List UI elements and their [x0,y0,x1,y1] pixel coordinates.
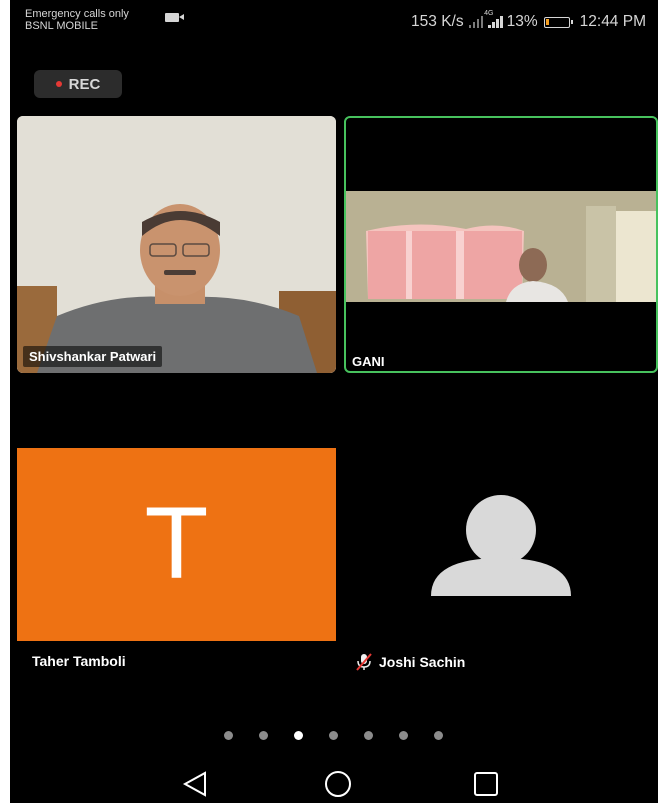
muted-microphone-icon [356,653,372,671]
video-camera-icon [165,13,184,22]
status-bar-right: 153 K/s 4G 13% 12:44 PM [411,10,646,31]
page-dot[interactable] [364,731,373,740]
clock: 12:44 PM [579,13,646,30]
participant-name-row: Joshi Sachin [355,653,465,671]
recents-square-icon[interactable] [472,770,500,798]
participant-video-feed [346,191,656,302]
participant-name: Joshi Sachin [379,654,466,670]
battery-percent: 13% [506,13,538,30]
network-type-label: 4G [484,10,494,17]
avatar-initial: T [147,488,206,601]
participant-name: Shivshankar Patwari [23,346,163,367]
participant-name: Taher Tamboli [32,653,126,669]
video-call-screen: Emergency calls only BSNL MOBILE 153 K/s… [10,0,658,803]
participant-name: GANI [352,354,385,369]
carrier-line-1: Emergency calls only [25,8,129,20]
recording-label: REC [68,75,101,93]
battery-level [545,18,549,25]
participant-tile-gani[interactable]: GANI [344,116,658,373]
participant-video-feed [17,116,336,373]
network-speed: 153 K/s [411,13,464,30]
carrier-line-2: BSNL MOBILE [25,20,98,32]
battery-icon [543,16,573,28]
page-dot[interactable] [259,731,268,740]
recording-indicator[interactable]: REC [34,70,122,98]
participant-tile-joshi[interactable] [344,448,658,641]
sim2-signal-icon: 4G [484,10,503,28]
participant-tile-taher[interactable]: T [17,448,336,641]
record-dot-icon [55,81,62,87]
page-dot[interactable] [294,731,303,740]
page-dot[interactable] [329,731,338,740]
home-circle-icon[interactable] [324,770,352,798]
page-dot[interactable] [399,731,408,740]
participant-tile-shivshankar[interactable]: Shivshankar Patwari [17,116,336,373]
sim1-signal-icon [468,16,484,28]
back-triangle-icon[interactable] [181,770,209,798]
page-dot[interactable] [434,731,443,740]
default-avatar-icon [431,495,571,596]
page-indicator[interactable] [224,731,443,740]
status-bar-carrier: Emergency calls only BSNL MOBILE [25,8,184,32]
page-dot[interactable] [224,731,233,740]
